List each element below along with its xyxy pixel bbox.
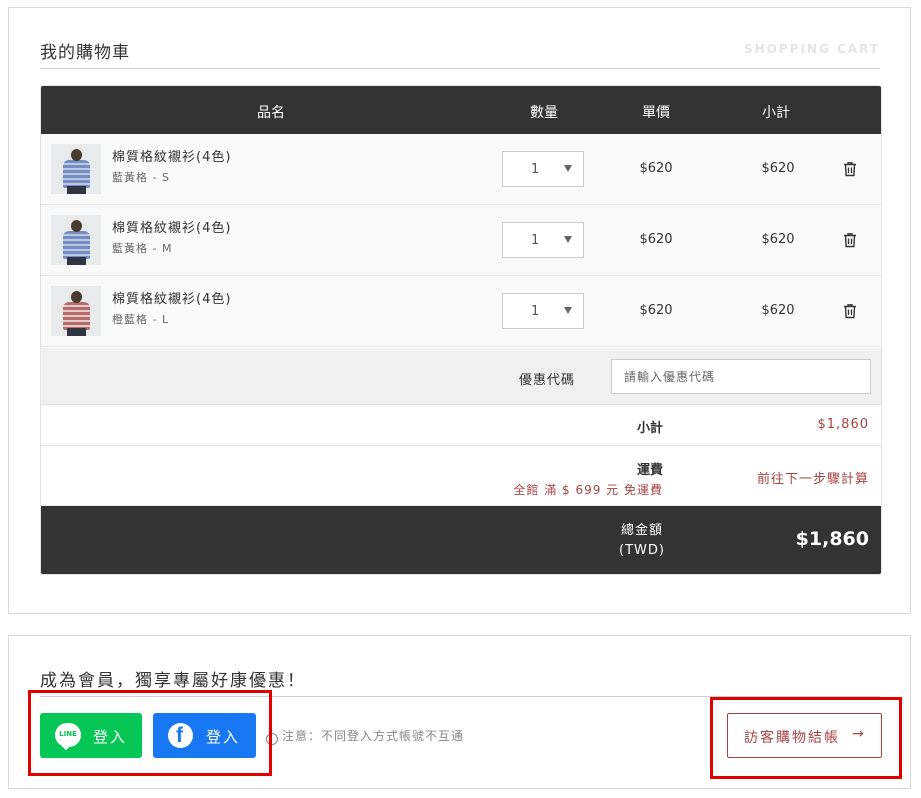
- free-shipping-note: 全館 滿 $ 699 元 免運費: [513, 483, 663, 497]
- login-note: ! 注意：不同登入方式帳號不互通: [266, 727, 464, 745]
- product-variant: 藍黃格 - S: [112, 171, 170, 184]
- item-subtotal: $620: [761, 232, 795, 247]
- product-variant: 藍黃格 - M: [112, 242, 173, 255]
- unit-price: $620: [639, 303, 673, 318]
- product-name[interactable]: 棉質格紋襯衫(4色): [112, 288, 231, 307]
- highlight-guest-box: [710, 697, 902, 779]
- coupon-input[interactable]: [611, 359, 871, 394]
- item-subtotal: $620: [761, 303, 795, 318]
- table-header: 品名 數量 單價 小計: [41, 86, 881, 134]
- total-value: $1,860: [795, 528, 869, 550]
- unit-price: $620: [639, 161, 673, 176]
- subtotal-row: 小計 $1,860: [41, 405, 881, 446]
- product-variant: 橙藍格 - L: [112, 313, 170, 326]
- shipping-value: 前往下一步驟計算: [756, 472, 869, 487]
- column-header-price: 單價: [642, 105, 670, 121]
- quantity-select[interactable]: 1: [502, 222, 584, 258]
- quantity-value: 1: [531, 233, 540, 248]
- trash-icon[interactable]: [841, 231, 859, 249]
- shipping-row: 運費 全館 滿 $ 699 元 免運費 前往下一步驟計算: [41, 446, 881, 506]
- cart-subtitle: SHOPPING CART: [744, 42, 880, 56]
- table-row: 棉質格紋襯衫(4色) 藍黃格 - M 1 $620 $620: [41, 205, 881, 276]
- caret-down-icon: [564, 236, 572, 243]
- product-thumbnail[interactable]: [51, 215, 101, 265]
- caret-down-icon: [564, 307, 572, 314]
- highlight-login-box: [28, 690, 272, 776]
- item-subtotal: $620: [761, 161, 795, 176]
- column-header-subtotal: 小計: [762, 105, 790, 121]
- coupon-row: 優惠代碼: [41, 348, 881, 405]
- quantity-value: 1: [531, 304, 540, 319]
- cart-title: 我的購物車: [40, 43, 130, 63]
- cart-table: 品名 數量 單價 小計 棉質格紋襯衫(4色) 藍黃格 - S 1 $620 $6…: [40, 85, 882, 575]
- total-currency: (TWD): [619, 543, 665, 558]
- total-row: 總金額 (TWD) $1,860: [41, 506, 881, 574]
- member-panel: 成為會員，獨享專屬好康優惠！ LINE 登入 f 登入 ! 注意：不同登入方式帳號…: [8, 635, 911, 789]
- product-thumbnail[interactable]: [51, 286, 101, 336]
- quantity-select[interactable]: 1: [502, 293, 584, 329]
- coupon-label: 優惠代碼: [519, 373, 576, 388]
- subtotal-value: $1,860: [817, 417, 869, 432]
- quantity-select[interactable]: 1: [502, 151, 584, 187]
- subtotal-label: 小計: [636, 421, 663, 436]
- table-row: 棉質格紋襯衫(4色) 橙藍格 - L 1 $620 $620: [41, 276, 881, 347]
- unit-price: $620: [639, 232, 673, 247]
- column-header-name: 品名: [257, 105, 285, 121]
- trash-icon[interactable]: [841, 302, 859, 320]
- login-note-text: 注意：不同登入方式帳號不互通: [282, 729, 465, 743]
- member-title: 成為會員，獨享專屬好康優惠！: [40, 671, 306, 691]
- total-label: 總金額 (TWD): [619, 521, 665, 561]
- shipping-label: 運費: [636, 463, 663, 478]
- total-label-text: 總金額: [621, 523, 664, 538]
- trash-icon[interactable]: [841, 160, 859, 178]
- product-name[interactable]: 棉質格紋襯衫(4色): [112, 146, 231, 165]
- caret-down-icon: [564, 165, 572, 172]
- quantity-value: 1: [531, 162, 540, 177]
- product-thumbnail[interactable]: [51, 144, 101, 194]
- column-header-qty: 數量: [530, 105, 558, 121]
- table-row: 棉質格紋襯衫(4色) 藍黃格 - S 1 $620 $620: [41, 134, 881, 205]
- cart-panel: 我的購物車 SHOPPING CART 品名 數量 單價 小計 棉質格紋襯衫(4…: [8, 7, 911, 614]
- divider: [40, 68, 880, 69]
- product-name[interactable]: 棉質格紋襯衫(4色): [112, 217, 231, 236]
